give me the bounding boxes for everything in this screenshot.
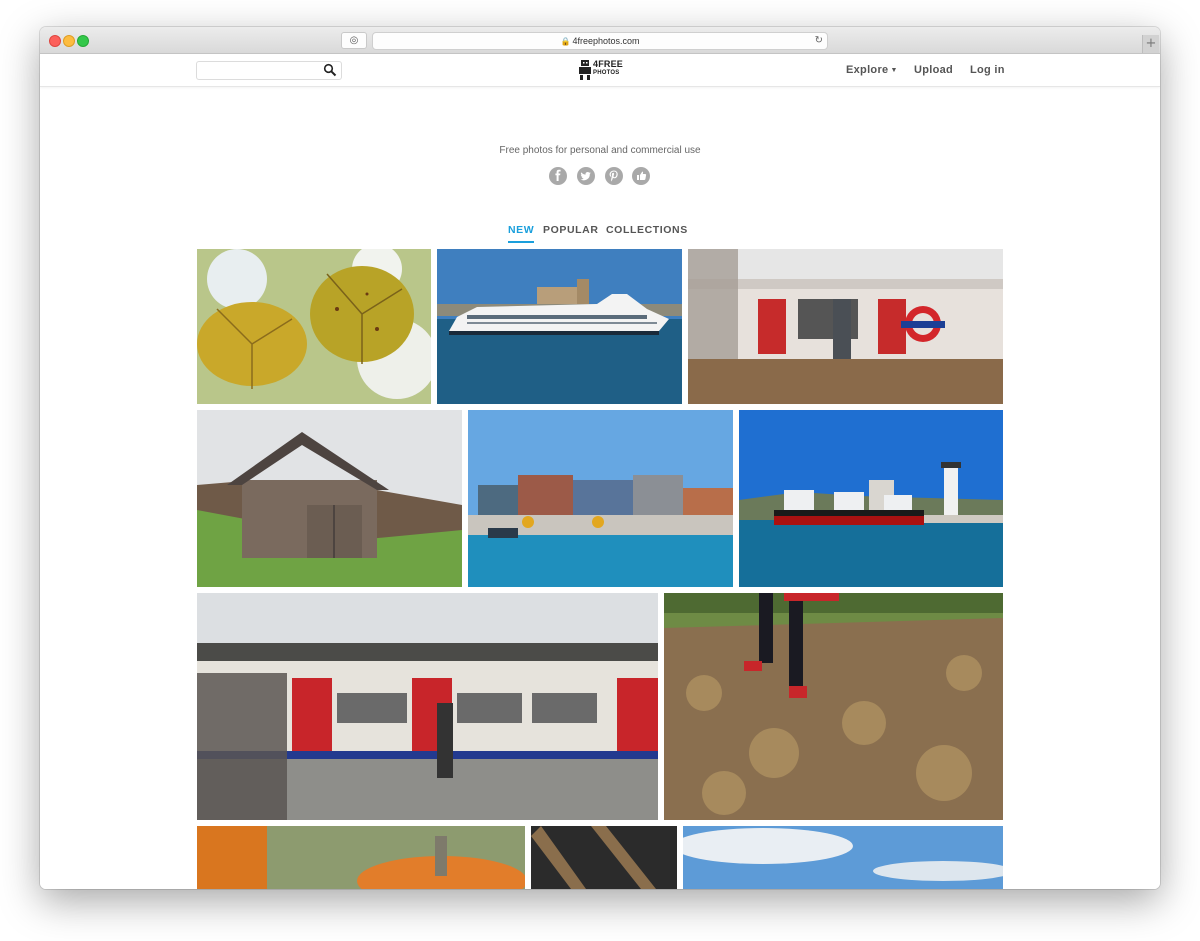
close-window-button[interactable] (49, 35, 61, 47)
browser-window: ◎ 🔒 4freephotos.com ↻ + 4FREE PHOTOS Exp… (40, 27, 1160, 889)
nav-upload[interactable]: Upload (914, 64, 953, 76)
browser-titlebar: ◎ 🔒 4freephotos.com ↻ + (40, 27, 1160, 54)
minimize-window-button[interactable] (63, 35, 75, 47)
underground-station-photo[interactable] (688, 249, 1003, 404)
tab-collections[interactable]: COLLECTIONS (606, 224, 688, 236)
pumpkin-photo[interactable] (197, 826, 525, 889)
bench-photo[interactable] (531, 826, 677, 889)
site-logo[interactable]: 4FREE PHOTOS (578, 59, 623, 81)
search-input[interactable] (197, 64, 323, 81)
container-port-photo[interactable] (468, 410, 733, 587)
nav-explore-label: Explore (846, 64, 889, 76)
pinterest-icon[interactable] (605, 167, 623, 185)
facebook-icon[interactable] (549, 167, 567, 185)
nav-login[interactable]: Log in (970, 64, 1005, 76)
logo-line1: 4FREE (593, 59, 624, 69)
nav-explore[interactable]: Explore ▼ (846, 64, 898, 76)
url-text: 4freephotos.com (572, 36, 640, 46)
autumn-leaves-photo[interactable] (197, 249, 431, 404)
page-viewport: 4FREE PHOTOS Explore ▼ Upload Log in Free… (40, 54, 1160, 889)
tugboats-lighthouse-photo[interactable] (739, 410, 1003, 587)
plus-icon[interactable]: + (1142, 35, 1159, 53)
cruise-ship-photo[interactable] (437, 249, 682, 404)
tab-new[interactable]: NEW (508, 224, 535, 243)
reader-icon[interactable]: ◎ (341, 32, 367, 49)
address-bar[interactable]: 🔒 4freephotos.com ↻ (372, 32, 828, 50)
wooden-barn-photo[interactable] (197, 410, 462, 587)
caret-down-icon: ▼ (890, 67, 898, 74)
logo-text: 4FREE PHOTOS (593, 60, 623, 77)
reload-icon[interactable]: ↻ (815, 33, 823, 49)
tab-popular[interactable]: POPULAR (543, 224, 599, 236)
leaves-park-photo[interactable] (664, 593, 1003, 820)
subway-train-photo[interactable] (197, 593, 658, 820)
search-field[interactable] (196, 61, 342, 81)
robot-logo-icon (579, 60, 591, 80)
lock-icon: 🔒 (560, 37, 571, 46)
twitter-icon[interactable] (577, 167, 595, 185)
zoom-window-button[interactable] (77, 35, 89, 47)
like-icon[interactable] (632, 167, 650, 185)
search-icon[interactable] (323, 63, 337, 77)
tagline: Free photos for personal and commercial … (499, 145, 701, 156)
sky-photo[interactable] (683, 826, 1003, 889)
site-header: 4FREE PHOTOS Explore ▼ Upload Log in (40, 54, 1160, 87)
logo-line2: PHOTOS (593, 70, 620, 76)
photo-tabs: NEW POPULAR COLLECTIONS (40, 224, 1160, 246)
